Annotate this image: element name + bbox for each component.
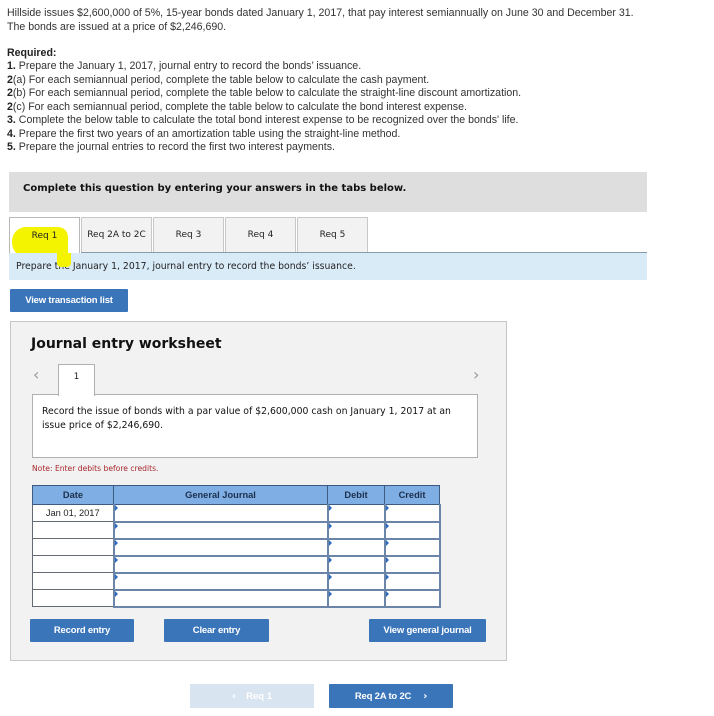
table-row: [32, 572, 441, 591]
header-date: Date: [32, 485, 114, 505]
required-item: 5. Prepare the journal entries to record…: [7, 141, 335, 153]
chevron-right-icon[interactable]: ›: [473, 365, 479, 384]
credit-input[interactable]: [383, 572, 441, 591]
chevron-left-icon: ‹: [232, 690, 237, 702]
credit-input[interactable]: [383, 521, 441, 540]
header-debit: Debit: [327, 485, 385, 505]
account-input[interactable]: [112, 555, 329, 574]
problem-line-1: Hillside issues $2,600,000 of 5%, 15-yea…: [7, 7, 634, 19]
table-row: [32, 589, 441, 608]
account-input[interactable]: [112, 572, 329, 591]
general-journal-table: Date General Journal Debit Credit Jan 01…: [32, 485, 441, 608]
debit-input[interactable]: [326, 504, 386, 523]
tab-req-3[interactable]: Req 3: [153, 217, 224, 252]
date-cell: [32, 555, 114, 573]
account-input[interactable]: [112, 504, 329, 523]
instructions-text: Complete this question by entering your …: [23, 183, 407, 194]
required-item: 3. Complete the below table to calculate…: [7, 114, 519, 126]
date-cell: [32, 589, 114, 607]
previous-requirement-label: Req 1: [246, 690, 272, 702]
credit-input[interactable]: [383, 504, 441, 523]
clear-entry-button[interactable]: Clear entry: [164, 619, 269, 642]
credit-input[interactable]: [383, 538, 441, 557]
account-input[interactable]: [112, 521, 329, 540]
worksheet-entry-tab[interactable]: 1: [58, 364, 95, 396]
table-row: [32, 521, 441, 540]
account-input[interactable]: [112, 589, 329, 608]
record-entry-button[interactable]: Record entry: [30, 619, 134, 642]
date-cell: [32, 572, 114, 590]
required-item: 2(b) For each semiannual period, complet…: [7, 87, 522, 99]
required-item: 1. Prepare the January 1, 2017, journal …: [7, 60, 362, 72]
credit-input[interactable]: [383, 555, 441, 574]
date-cell: [32, 538, 114, 556]
debit-input[interactable]: [326, 572, 386, 591]
problem-line-2: The bonds are issued at a price of $2,24…: [7, 20, 227, 33]
worksheet-title: Journal entry worksheet: [31, 336, 222, 352]
tab-req-4[interactable]: Req 4: [225, 217, 296, 252]
header-general-journal: General Journal: [113, 485, 328, 505]
debit-input[interactable]: [326, 521, 386, 540]
next-requirement-button[interactable]: Req 2A to 2C ›: [329, 684, 453, 708]
instructions-banner: Complete this question by entering your …: [9, 172, 647, 212]
debits-note: Note: Enter debits before credits.: [32, 464, 159, 473]
date-cell: [32, 521, 114, 539]
account-input[interactable]: [112, 538, 329, 557]
next-requirement-label: Req 2A to 2C: [354, 690, 412, 702]
table-row: [32, 538, 441, 557]
worksheet-description: Record the issue of bonds with a par val…: [32, 394, 478, 458]
credit-input[interactable]: [383, 589, 441, 608]
highlight-mark: [57, 253, 71, 267]
tab-req-1[interactable]: Req 1: [9, 217, 80, 268]
required-list: 1. Prepare the January 1, 2017, journal …: [7, 60, 521, 155]
debit-input[interactable]: [326, 589, 386, 608]
problem-statement: Hillside issues $2,600,000 of 5%, 15-yea…: [7, 7, 707, 34]
view-transaction-list-button[interactable]: View transaction list: [10, 289, 128, 312]
required-item: 2(a) For each semiannual period, complet…: [7, 73, 430, 86]
header-credit: Credit: [384, 485, 440, 505]
date-cell: Jan 01, 2017: [32, 504, 114, 522]
tab-req-2a-to-2c[interactable]: Req 2A to 2C: [81, 217, 152, 252]
table-row: Jan 01, 2017: [32, 504, 441, 523]
debit-input[interactable]: [326, 538, 386, 557]
chevron-left-icon[interactable]: ‹: [33, 365, 39, 384]
chevron-right-icon: ›: [423, 690, 428, 702]
requirement-tabs: Req 1 Req 2A to 2C Req 3 Req 4 Req 5: [9, 217, 369, 268]
tab-req-5[interactable]: Req 5: [297, 217, 368, 252]
required-item: 4. Prepare the first two years of an amo…: [7, 127, 401, 140]
requirement-prompt: Prepare the January 1, 2017, journal ent…: [9, 253, 647, 280]
debit-input[interactable]: [326, 555, 386, 574]
required-item: 2(c) For each semiannual period, complet…: [7, 100, 467, 113]
table-header-row: Date General Journal Debit Credit: [32, 485, 440, 505]
previous-requirement-button[interactable]: ‹ Req 1: [190, 684, 314, 708]
required-heading: Required:: [7, 47, 57, 59]
table-row: [32, 555, 441, 574]
view-general-journal-button[interactable]: View general journal: [369, 619, 486, 642]
journal-entry-worksheet: Journal entry worksheet ‹ › 1 Record the…: [10, 321, 507, 661]
